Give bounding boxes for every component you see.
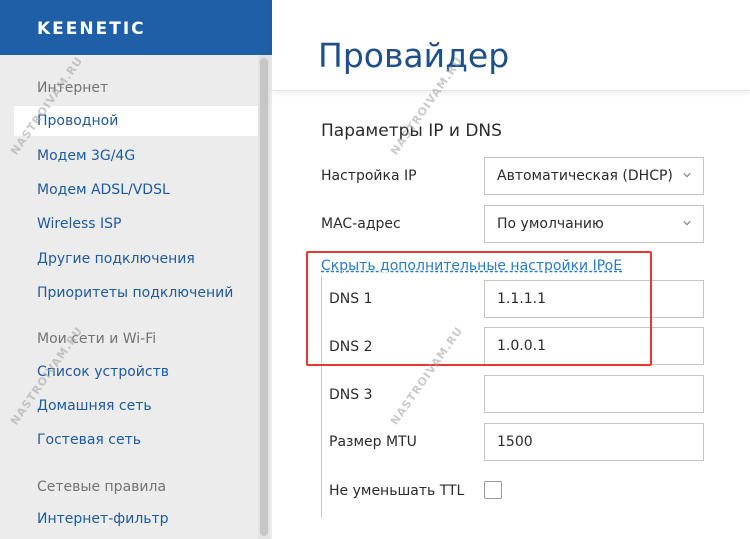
ip-setting-label: Настройка IP xyxy=(321,168,417,184)
dns3-input[interactable] xyxy=(484,375,704,413)
mac-address-select[interactable]: По умолчанию xyxy=(484,205,704,243)
ttl-checkbox[interactable] xyxy=(484,481,502,499)
sidebar-item-connection-priorities[interactable]: Приоритеты подключений xyxy=(14,278,258,308)
chevron-down-icon xyxy=(683,173,691,178)
ip-setting-select[interactable]: Автоматическая (DHCP) xyxy=(484,157,704,195)
page-header: Провайдер xyxy=(272,0,750,91)
ttl-label: Не уменьшать TTL xyxy=(329,483,465,499)
sidebar-item-internet-filter[interactable]: Интернет-фильтр xyxy=(14,504,258,534)
nav-group-networks: Мои сети и Wi-Fi xyxy=(37,331,157,347)
page-title: Провайдер xyxy=(318,36,510,75)
mac-address-label: MAC-адрес xyxy=(321,216,401,232)
ip-setting-value: Автоматическая (DHCP) xyxy=(497,168,673,184)
sidebar-item-home-network[interactable]: Домашняя сеть xyxy=(14,391,258,421)
sidebar-item-wireless-isp[interactable]: Wireless ISP xyxy=(14,209,258,239)
brand-bar: KEENETIC xyxy=(0,0,272,55)
sidebar-item-guest-network[interactable]: Гостевая сеть xyxy=(14,425,258,455)
mtu-input[interactable] xyxy=(484,423,704,461)
sidebar-item-modem-adsl[interactable]: Модем ADSL/VDSL xyxy=(14,175,258,205)
nav-group-network-rules: Сетевые правила xyxy=(37,479,167,495)
mac-address-value: По умолчанию xyxy=(497,216,604,232)
sidebar-scrollbar[interactable] xyxy=(258,55,270,539)
sidebar-item-modem-3g4g[interactable]: Модем 3G/4G xyxy=(14,141,258,171)
sidebar: KEENETIC Интернет Проводной Модем 3G/4G … xyxy=(0,0,272,539)
mtu-label: Размер MTU xyxy=(329,434,417,450)
chevron-down-icon xyxy=(683,221,691,226)
sidebar-scrollbar-thumb[interactable] xyxy=(260,58,268,536)
dns3-label: DNS 3 xyxy=(329,387,373,403)
keenetic-logo[interactable]: KEENETIC xyxy=(37,19,146,39)
sidebar-item-other-connections[interactable]: Другие подключения xyxy=(14,244,258,274)
dns-highlight-box xyxy=(306,251,652,366)
